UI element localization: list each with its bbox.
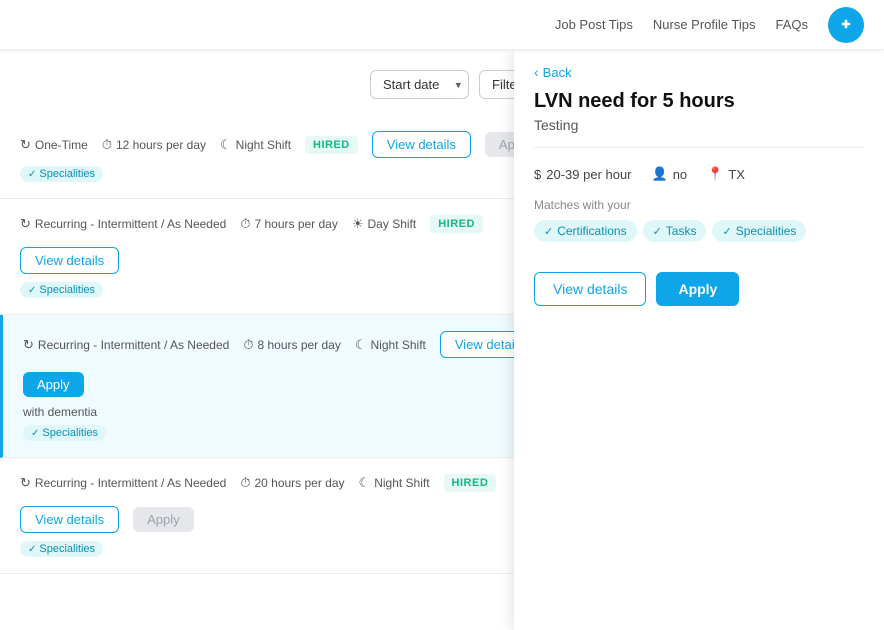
apply-button-disabled: Apply: [133, 507, 194, 532]
matches-label: Matches with your: [514, 198, 884, 220]
job-tags: Specialities: [20, 541, 550, 557]
job-detail-panel: ‹ Back LVN need for 5 hours Testing $ 20…: [514, 50, 884, 630]
view-details-button[interactable]: View details: [20, 247, 119, 274]
job-meta: ↻ One-Time ⏱ 12 hours per day ☾ Night Sh…: [20, 131, 550, 158]
job-post-tips-link[interactable]: Job Post Tips: [555, 17, 633, 32]
job-meta: ↻ Recurring - Intermittent / As Needed ⏱…: [20, 474, 550, 533]
job-card: ↻ Recurring - Intermittent / As Needed ⏱…: [0, 199, 570, 315]
workers-item: 👤 no: [652, 166, 688, 182]
back-button[interactable]: ‹ Back: [514, 50, 884, 80]
back-arrow-icon: ‹: [534, 64, 539, 80]
job-card: ↻ Recurring - Intermittent / As Needed ⏱…: [0, 315, 570, 458]
recurring-icon: ↻: [20, 216, 31, 232]
hours-item: ⏱ 20 hours per day: [240, 475, 344, 491]
schedule-text: Recurring - Intermittent / As Needed: [35, 217, 226, 231]
detail-job-subtitle: Testing: [514, 117, 884, 147]
back-label: Back: [543, 65, 572, 80]
recurring-icon: ↻: [20, 475, 31, 491]
job-list-panel: Start date Filter ↻ One-Time ⏱ 12 hours …: [0, 50, 570, 630]
apply-button[interactable]: Apply: [23, 372, 84, 397]
shift-item: ☀ Day Shift: [352, 216, 416, 232]
wage-item: $ 20-39 per hour: [534, 167, 632, 182]
shift-icon: ☾: [220, 137, 232, 153]
location-item: 📍 TX: [707, 166, 745, 182]
shift-text: Night Shift: [371, 338, 426, 352]
job-tags: Specialities: [23, 425, 550, 441]
faqs-link[interactable]: FAQs: [775, 17, 808, 32]
schedule-text: Recurring - Intermittent / As Needed: [38, 338, 229, 352]
clock-icon: ⏱: [240, 216, 250, 232]
clock-icon: ⏱: [102, 137, 112, 153]
shift-text: Day Shift: [368, 217, 417, 231]
job-tags: Specialities: [20, 166, 550, 182]
job-subtitle-text: with dementia: [23, 405, 550, 419]
start-date-select[interactable]: Start date: [370, 70, 469, 99]
detail-info-row: $ 20-39 per hour 👤 no 📍 TX: [514, 166, 884, 198]
app-logo[interactable]: ✚: [828, 7, 864, 43]
certifications-match-tag: Certifications: [534, 220, 637, 242]
wage-text: 20-39 per hour: [546, 167, 631, 182]
main-content: Start date Filter ↻ One-Time ⏱ 12 hours …: [0, 50, 884, 630]
schedule-item: ↻ Recurring - Intermittent / As Needed: [20, 216, 226, 232]
detail-view-details-button[interactable]: View details: [534, 272, 646, 306]
clock-icon: ⏱: [243, 337, 253, 353]
detail-apply-button[interactable]: Apply: [656, 272, 739, 306]
specialities-tag: Specialities: [20, 166, 103, 182]
job-card: ↻ One-Time ⏱ 12 hours per day ☾ Night Sh…: [0, 115, 570, 199]
tasks-match-tag: Tasks: [643, 220, 707, 242]
job-meta: ↻ Recurring - Intermittent / As Needed ⏱…: [20, 215, 550, 274]
matches-row: Certifications Tasks Specialities: [514, 220, 884, 262]
workers-icon: 👤: [652, 166, 668, 182]
hired-badge: HIRED: [430, 215, 483, 233]
hours-text: 8 hours per day: [257, 338, 340, 352]
start-date-wrapper: Start date: [370, 70, 469, 99]
hours-item: ⏱ 8 hours per day: [243, 337, 341, 353]
logo-icon: ✚: [841, 18, 850, 31]
workers-text: no: [673, 167, 687, 182]
shift-text: Night Shift: [374, 476, 429, 490]
location-text: TX: [728, 167, 745, 182]
recurring-icon: ↻: [20, 137, 31, 153]
header: Job Post Tips Nurse Profile Tips FAQs ✚: [0, 0, 884, 50]
schedule-item: ↻ One-Time: [20, 137, 88, 153]
hours-text: 7 hours per day: [254, 217, 337, 231]
detail-job-title: LVN need for 5 hours: [514, 80, 884, 117]
view-details-button[interactable]: View details: [372, 131, 471, 158]
hired-badge: HIRED: [444, 474, 497, 492]
hours-item: ⏱ 12 hours per day: [102, 137, 206, 153]
shift-item: ☾ Night Shift: [355, 337, 426, 353]
hours-text: 20 hours per day: [254, 476, 344, 490]
shift-icon: ☾: [359, 475, 371, 491]
hours-item: ⏱ 7 hours per day: [240, 216, 338, 232]
schedule-item: ↻ Recurring - Intermittent / As Needed: [20, 475, 226, 491]
job-meta: ↻ Recurring - Intermittent / As Needed ⏱…: [23, 331, 550, 397]
shift-text: Night Shift: [236, 138, 291, 152]
hired-badge: HIRED: [305, 136, 358, 154]
job-tags: Specialities: [20, 282, 550, 298]
header-nav: Job Post Tips Nurse Profile Tips FAQs ✚: [555, 7, 864, 43]
schedule-text: One-Time: [35, 138, 88, 152]
filters-row: Start date Filter: [0, 70, 570, 115]
job-card: ↻ Recurring - Intermittent / As Needed ⏱…: [0, 458, 570, 574]
shift-item: ☾ Night Shift: [359, 475, 430, 491]
location-icon: 📍: [707, 166, 723, 182]
specialities-match-tag: Specialities: [712, 220, 806, 242]
clock-icon: ⏱: [240, 475, 250, 491]
detail-actions-row: View details Apply: [514, 262, 884, 316]
hours-text: 12 hours per day: [116, 138, 206, 152]
divider: [534, 147, 864, 148]
schedule-item: ↻ Recurring - Intermittent / As Needed: [23, 337, 229, 353]
schedule-text: Recurring - Intermittent / As Needed: [35, 476, 226, 490]
nurse-profile-tips-link[interactable]: Nurse Profile Tips: [653, 17, 756, 32]
specialities-tag: Specialities: [20, 541, 103, 557]
money-icon: $: [534, 167, 541, 182]
specialities-tag: Specialities: [23, 425, 106, 441]
recurring-icon: ↻: [23, 337, 34, 353]
shift-icon: ☾: [355, 337, 367, 353]
shift-item: ☾ Night Shift: [220, 137, 291, 153]
view-details-button[interactable]: View details: [20, 506, 119, 533]
specialities-tag: Specialities: [20, 282, 103, 298]
shift-icon: ☀: [352, 216, 364, 232]
